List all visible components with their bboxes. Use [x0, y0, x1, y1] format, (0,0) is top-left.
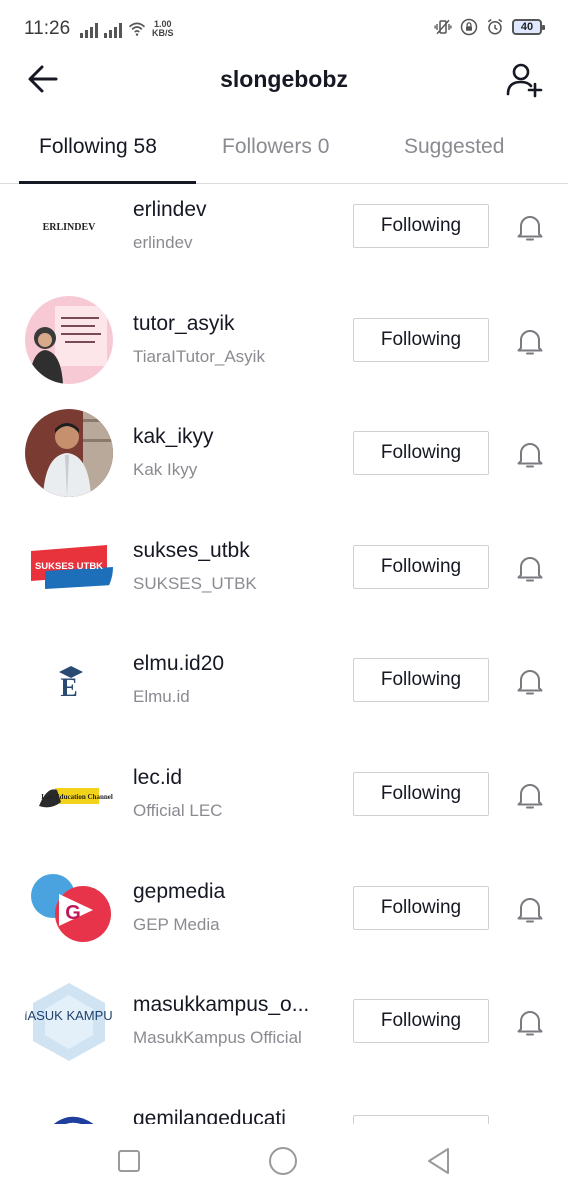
list-item[interactable]: G gepmedia GEP Media Following — [0, 863, 568, 980]
list-item[interactable]: kak_ikyy Kak Ikyy Following — [0, 409, 568, 525]
page-title: slongebobz — [220, 66, 348, 92]
net-speed-unit: KB/S — [152, 28, 174, 38]
lock-icon — [460, 18, 478, 36]
tab-following[interactable]: Following 58 — [39, 135, 157, 159]
username[interactable]: lec.id — [133, 766, 333, 790]
username[interactable]: gemilangeducati — [133, 1107, 333, 1124]
list-item[interactable]: ERLINDEV erlindev erlindev Following — [0, 184, 568, 298]
bell-icon[interactable] — [514, 1006, 546, 1038]
display-name: erlindev — [133, 233, 193, 252]
battery-level: 40 — [520, 21, 534, 33]
following-button[interactable]: Following — [353, 204, 489, 248]
bell-icon[interactable] — [514, 665, 546, 697]
net-speed: 1.00 KB/S — [152, 20, 174, 38]
tab-bar: Following 58 Followers 0 Suggested — [0, 118, 568, 184]
following-button[interactable]: Following — [353, 772, 489, 816]
bell-icon[interactable] — [514, 893, 546, 925]
avatar[interactable]: ERLINDEV — [25, 184, 113, 270]
following-button[interactable]: Following — [353, 658, 489, 703]
bell-icon[interactable] — [514, 552, 546, 584]
avatar[interactable]: MASUK KAMPUS — [25, 977, 113, 1066]
username[interactable]: tutor_asyik — [133, 312, 333, 336]
following-button[interactable]: Following — [353, 544, 489, 589]
tab-suggested[interactable]: Suggested — [404, 135, 504, 159]
avatar[interactable] — [25, 1106, 113, 1124]
username[interactable]: masukkampus_o... — [133, 993, 333, 1017]
following-button[interactable]: Following — [353, 999, 489, 1044]
display-name: Kak Ikyy — [133, 460, 198, 480]
lec-logo-icon: Lab Education Channel — [25, 750, 113, 838]
avatar-logo-text: E — [60, 673, 77, 702]
display-name: GEP Media — [133, 914, 220, 934]
avatar[interactable] — [25, 409, 113, 498]
gemilang-logo-icon — [25, 1106, 113, 1124]
masukkampus-logo-icon: MASUK KAMPUS — [25, 977, 113, 1066]
home-circle-icon[interactable] — [268, 1146, 298, 1176]
battery-icon: 40 — [512, 19, 545, 35]
bell-icon[interactable] — [514, 211, 546, 243]
wifi-icon — [128, 22, 146, 36]
bell-icon[interactable] — [514, 438, 546, 470]
sukses-utbk-logo-icon: SUKSES UTBK — [25, 522, 113, 611]
list-item[interactable]: Lab Education Channel lec.id Official LE… — [0, 750, 568, 866]
list-item[interactable]: tutor_asyik TiaraITutor_Asyik Following — [0, 295, 568, 412]
following-list: ERLINDEV erlindev erlindev Following tut… — [0, 184, 568, 1124]
avatar[interactable]: Lab Education Channel — [25, 750, 113, 838]
signal-icon — [104, 22, 122, 38]
avatar[interactable]: G — [25, 863, 113, 952]
display-name: MasukKampus Official — [133, 1028, 302, 1048]
avatar-logo-text: ERLINDEV — [43, 222, 97, 233]
avatar[interactable]: E — [25, 636, 113, 725]
display-name: SUKSES_UTBK — [133, 573, 257, 593]
list-item[interactable]: MASUK KAMPUS masukkampus_o... MasukKampu… — [0, 977, 568, 1093]
username[interactable]: erlindev — [133, 198, 333, 222]
alarm-icon — [487, 18, 503, 35]
back-triangle-icon[interactable] — [424, 1146, 454, 1176]
system-nav-bar — [0, 1124, 568, 1200]
recents-square-icon[interactable] — [114, 1146, 144, 1176]
display-name: Elmu.id — [133, 687, 190, 707]
avatar-logo-text: MASUK KAMPUS — [25, 1008, 113, 1023]
display-name: Official LEC — [133, 801, 223, 820]
bell-icon[interactable] — [514, 779, 546, 811]
list-item[interactable]: SUKSES UTBK sukses_utbk SUKSES_UTBK Foll… — [0, 522, 568, 639]
avatar[interactable] — [25, 295, 113, 384]
username[interactable]: sukses_utbk — [133, 539, 333, 563]
status-right-icons: 40 — [434, 18, 545, 36]
username[interactable]: elmu.id20 — [133, 652, 333, 676]
erlindev-logo-icon: ERLINDEV — [25, 184, 113, 270]
list-item[interactable]: E elmu.id20 Elmu.id Following — [0, 636, 568, 752]
username[interactable]: kak_ikyy — [133, 425, 333, 449]
following-button[interactable]: Following — [353, 885, 489, 930]
avatar-logo-text: Lab Education Channel — [41, 793, 113, 801]
tutor-photo-icon — [25, 295, 113, 384]
app-header: slongebobz — [0, 58, 568, 102]
username[interactable]: gepmedia — [133, 880, 333, 904]
status-time: 11:26 — [24, 18, 71, 39]
avatar[interactable]: SUKSES UTBK — [25, 522, 113, 611]
status-bar: 11:26 1.00 KB/S 40 — [0, 0, 568, 58]
gep-logo-icon: G — [25, 863, 113, 952]
tab-followers[interactable]: Followers 0 — [222, 135, 329, 159]
following-button[interactable]: Following — [353, 317, 489, 362]
elmu-logo-icon: E — [25, 636, 113, 725]
status-left-icons: 1.00 KB/S — [80, 20, 174, 38]
person-photo-icon — [25, 409, 113, 498]
avatar-logo-text: SUKSES UTBK — [35, 561, 103, 572]
add-friend-icon[interactable] — [504, 60, 544, 100]
following-button[interactable] — [353, 1114, 489, 1124]
bell-icon[interactable] — [514, 325, 546, 357]
display-name: TiaraITutor_Asyik — [133, 346, 265, 366]
list-item[interactable]: gemilangeducati — [0, 1093, 568, 1124]
avatar-logo-text: G — [65, 902, 81, 924]
following-button[interactable]: Following — [353, 431, 489, 476]
signal-icon — [80, 22, 98, 38]
vibrate-icon — [434, 19, 452, 35]
